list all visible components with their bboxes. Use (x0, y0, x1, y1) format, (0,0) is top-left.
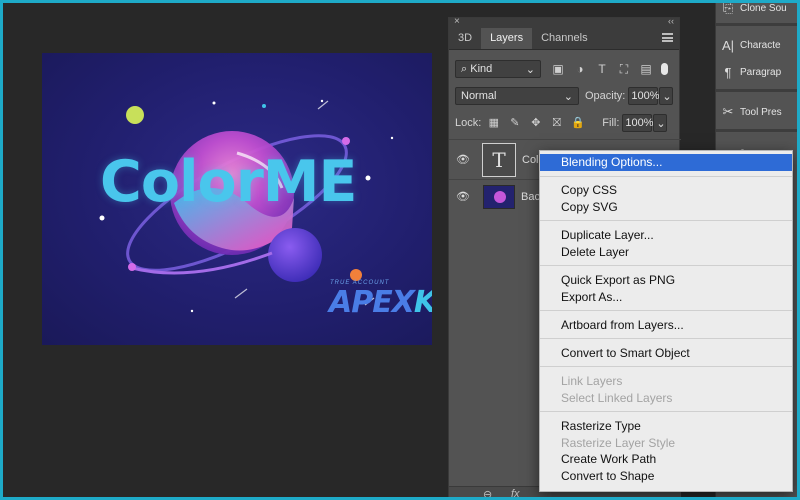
lock-row: Lock: ▦ ✎ ✥ ⛝ 🔒 Fill: 100% ⌄ (449, 112, 681, 134)
shape-filter-icon[interactable]: ⛶ (613, 62, 635, 77)
tab-layers[interactable]: Layers (481, 28, 533, 49)
adjustment-filter-icon[interactable]: ◑ (569, 62, 591, 76)
layer-context-menu: Blending Options... Copy CSS Copy SVG Du… (539, 150, 793, 492)
menu-item-duplicate-layer[interactable]: Duplicate Layer... (540, 227, 792, 244)
background-layer-thumbnail (483, 184, 515, 209)
menu-separator (540, 220, 792, 221)
menu-item-delete-layer[interactable]: Delete Layer (540, 244, 792, 261)
type-filter-icon[interactable]: T (591, 62, 613, 76)
lock-all-icon[interactable]: 🔒 (567, 116, 588, 129)
artwork-title-text: ColorME (100, 149, 357, 215)
small-planet-yellow (126, 106, 144, 124)
panel-menu-icon[interactable] (662, 33, 673, 42)
menu-separator (540, 265, 792, 266)
menu-separator (540, 338, 792, 339)
lock-image-icon[interactable]: ✎ (504, 116, 525, 129)
collapse-icon[interactable]: ‹‹ (668, 16, 674, 26)
chevron-down-icon: ⌄ (563, 90, 573, 103)
text-layer-thumbnail: T (482, 142, 516, 177)
blend-row: Normal ⌄ Opacity: 100% ⌄ (449, 85, 681, 107)
menu-item-select-linked-layers: Select Linked Layers (561, 391, 673, 405)
lock-icons: ▦ ✎ ✥ ⛝ 🔒 (483, 116, 588, 130)
dock-item-label: Paragrap (740, 66, 782, 78)
photoshop-window: ColorME TRUE ACCOUNT APEXK3 × ‹‹ 3D Laye… (3, 3, 797, 497)
dock-item-label: Clone Sou (740, 3, 787, 14)
menu-item-rasterize-layer-style: Rasterize Layer Style (561, 436, 676, 450)
filter-kind-select[interactable]: ⌕ Kind ⌄ (455, 60, 541, 78)
menu-separator (540, 366, 792, 367)
visibility-eye-icon[interactable]: 👁 (449, 153, 477, 166)
pixel-filter-icon[interactable]: ▣ (547, 62, 569, 76)
menu-item-artboard-from-layers[interactable]: Artboard from Layers... (540, 317, 792, 334)
fx-icon[interactable]: fx (511, 488, 520, 497)
menu-item-quick-export-png[interactable]: Quick Export as PNG (540, 272, 792, 289)
menu-item-copy-css[interactable]: Copy CSS (540, 182, 792, 199)
smart-object-filter-icon[interactable]: ▤ (635, 62, 657, 76)
chevron-down-icon: ⌄ (525, 63, 535, 76)
menu-item-convert-smart-object[interactable]: Convert to Smart Object (540, 345, 792, 362)
blend-mode-value: Normal (461, 90, 497, 102)
canvas-artboard[interactable]: ColorME TRUE ACCOUNT APEXK3 (42, 53, 432, 345)
menu-separator (540, 411, 792, 412)
dock-item-character[interactable]: A| Characte (716, 32, 797, 58)
filter-row: ⌕ Kind ⌄ ▣ ◑ T ⛶ ▤ (449, 58, 681, 80)
opacity-dropdown[interactable]: ⌄ (659, 87, 674, 105)
lock-label: Lock: (455, 117, 482, 129)
panel-titlebar: × ‹‹ (449, 16, 679, 28)
lock-transparent-icon[interactable]: ▦ (483, 116, 504, 129)
fill-value: 100% (625, 117, 654, 129)
fill-label: Fill: (602, 117, 620, 129)
chevron-down-icon: ⌄ (656, 117, 666, 130)
menu-item-copy-svg[interactable]: Copy SVG (540, 199, 792, 216)
layer-name[interactable]: Bac (521, 191, 540, 203)
fill-dropdown[interactable]: ⌄ (653, 114, 668, 132)
clone-source-icon: ⎘ (722, 3, 734, 15)
tool-presets-icon: ✂ (722, 104, 734, 119)
filter-kind-label: Kind (470, 62, 493, 75)
panel-tabs: 3D Layers Channels (449, 28, 679, 50)
opacity-value: 100% (631, 90, 660, 102)
close-icon[interactable]: × (454, 16, 460, 27)
watermark-logo: APEXK3 (329, 285, 432, 320)
menu-item-export-as[interactable]: Export As... (540, 289, 792, 306)
link-icon[interactable]: ⊖ (483, 488, 492, 497)
tab-channels[interactable]: Channels (532, 28, 596, 49)
ring-node-right (342, 137, 350, 145)
menu-separator (540, 310, 792, 311)
fill-input[interactable]: 100% (622, 114, 654, 132)
search-icon: ⌕ (461, 62, 468, 75)
watermark-part-b: K3 (414, 285, 432, 320)
moon-sphere (268, 228, 322, 282)
menu-item-rasterize-type[interactable]: Rasterize Type (540, 418, 792, 435)
chevron-down-icon: ⌄ (662, 90, 672, 103)
filter-icons: ▣ ◑ T ⛶ ▤ (547, 62, 657, 77)
dock-divider (716, 89, 797, 92)
character-icon: A| (721, 37, 735, 53)
dock-divider (716, 129, 797, 132)
lock-position-icon[interactable]: ✥ (525, 116, 546, 129)
dock-item-tool-presets[interactable]: ✂ Tool Pres (716, 99, 797, 125)
paragraph-icon: ¶ (724, 64, 732, 80)
blend-mode-select[interactable]: Normal ⌄ (455, 87, 579, 105)
menu-separator (540, 176, 792, 177)
opacity-input[interactable]: 100% (628, 87, 660, 105)
dock-item-label: Characte (740, 39, 781, 51)
dock-item-paragraph[interactable]: ¶ Paragrap (716, 59, 797, 85)
menu-item-create-work-path[interactable]: Create Work Path (540, 451, 792, 468)
dock-item-clone-source[interactable]: ⎘ Clone Sou (716, 3, 797, 21)
tab-3d[interactable]: 3D (449, 28, 481, 49)
menu-item-convert-to-shape[interactable]: Convert to Shape (540, 468, 792, 485)
menu-item-blending-options[interactable]: Blending Options... (540, 154, 792, 171)
watermark-part-a: APEX (329, 285, 415, 320)
menu-item-link-layers: Link Layers (561, 374, 623, 388)
dock-item-label: Tool Pres (740, 106, 782, 118)
visibility-eye-icon[interactable]: 👁 (449, 190, 477, 203)
ring-node-left (128, 263, 136, 271)
dock-divider (716, 23, 797, 26)
opacity-label: Opacity: (585, 90, 626, 102)
lock-artboard-icon[interactable]: ⛝ (546, 117, 567, 130)
filter-toggle[interactable] (661, 63, 668, 75)
